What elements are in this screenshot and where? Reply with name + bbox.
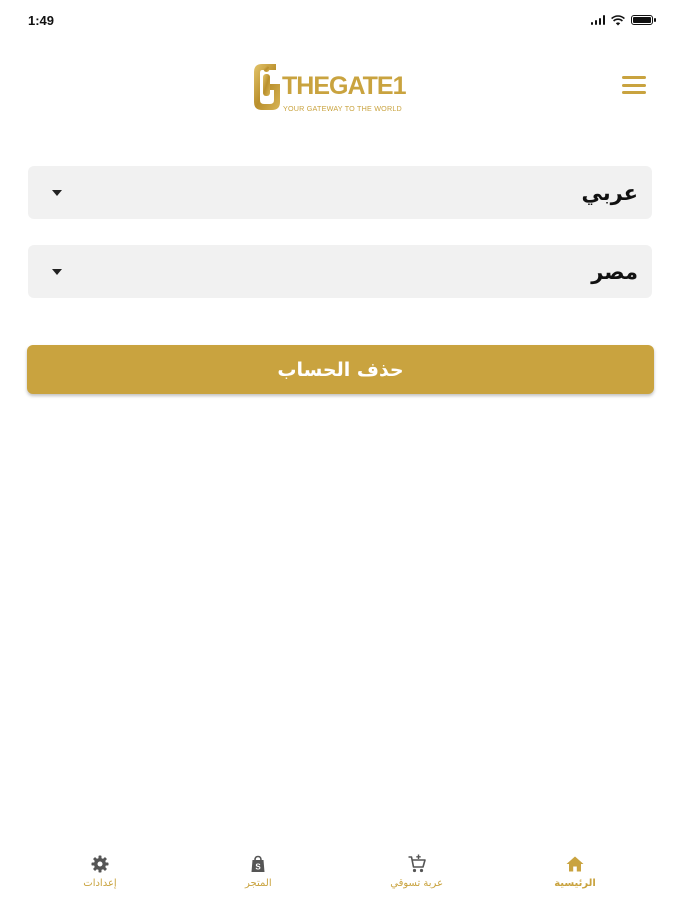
dropdown-caret-icon [52,189,62,196]
wifi-icon [611,14,625,25]
gear-icon [91,855,109,873]
hamburger-menu-icon[interactable] [619,74,649,96]
tab-store[interactable]: S المتجر [198,840,318,900]
status-bar: 1:49 [0,0,675,40]
language-select-value: عربي [581,180,638,205]
status-time: 1:49 [28,12,55,28]
home-icon [566,856,584,872]
delete-account-label: حذف الحساب [277,358,404,381]
app-screen: 1:49 THEGATE1 YOUR GATEWAY TO THE WORLD … [0,0,675,900]
country-select-value: مصر [591,259,638,284]
tab-settings-label: إعدادات [83,878,117,889]
cellular-signal-icon [590,15,605,25]
logo-tagline: YOUR GATEWAY TO THE WORLD [283,104,402,113]
svg-text:S: S [256,863,262,872]
dropdown-caret-icon [52,268,62,275]
delete-account-button[interactable]: حذف الحساب [27,345,654,394]
shopping-bag-icon: S [251,855,265,872]
logo: THEGATE1 YOUR GATEWAY TO THE WORLD [246,56,432,114]
tab-home-label: الرئيسية [554,878,596,889]
cart-icon [408,854,426,873]
logo-mark-icon [254,64,280,110]
logo-wordmark: THEGATE1 [282,72,406,100]
country-select[interactable]: مصر [28,245,652,298]
header: THEGATE1 YOUR GATEWAY TO THE WORLD [0,48,675,120]
tab-store-label: المتجر [245,878,272,889]
battery-icon [631,15,656,25]
tab-cart-label: عربة تسوقي [390,878,444,889]
tab-cart[interactable]: عربة تسوقي [357,840,477,900]
tab-settings[interactable]: إعدادات [40,840,160,900]
status-icons [590,14,656,26]
tab-home[interactable]: الرئيسية [515,840,635,900]
bottom-tab-bar: إعدادات S المتجر عربة تسوقي الرئيسية [0,840,675,900]
language-select[interactable]: عربي [28,166,652,219]
